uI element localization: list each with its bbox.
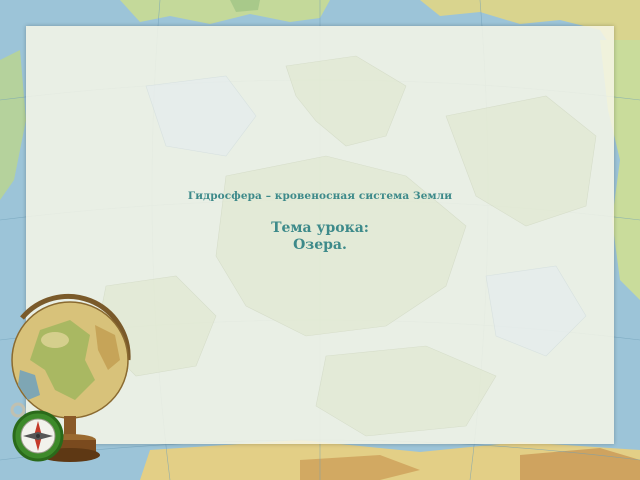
globe-illustration <box>10 293 131 462</box>
slide-subtitle: Гидросфера – кровеносная система Земли <box>187 190 453 202</box>
topic-name: Озера. <box>293 237 347 253</box>
topic-label: Тема урока: <box>271 220 369 236</box>
slide: Гидросфера – кровеносная система Земли Т… <box>0 0 640 480</box>
